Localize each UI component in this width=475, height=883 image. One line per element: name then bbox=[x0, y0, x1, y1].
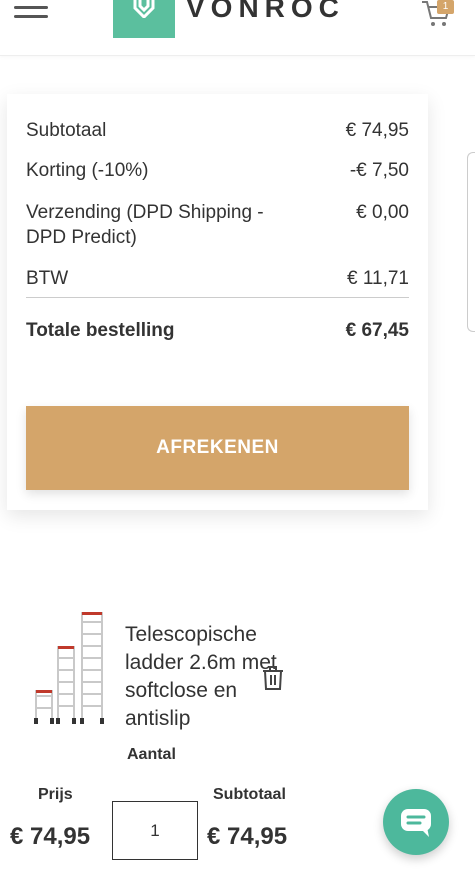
checkout-button[interactable]: AFREKENEN bbox=[26, 406, 409, 490]
summary-label: Verzending (DPD Shipping - DPD Predict) bbox=[26, 202, 264, 248]
logo-icon[interactable] bbox=[113, 0, 175, 38]
cart-count-badge[interactable]: 1 bbox=[437, 0, 454, 14]
summary-label: Korting (-10%) bbox=[26, 160, 149, 181]
order-summary: Subtotaal € 74,95 Korting (-10%) -€ 7,50… bbox=[7, 94, 428, 510]
price-value: € 74,95 bbox=[10, 823, 91, 850]
logo-mark-icon bbox=[133, 0, 155, 18]
summary-label: BTW bbox=[26, 268, 69, 289]
summary-value: € 11,71 bbox=[347, 268, 409, 289]
product-image[interactable] bbox=[32, 610, 108, 726]
summary-value: € 74,95 bbox=[345, 120, 409, 141]
summary-value: € 0,00 bbox=[356, 202, 409, 223]
total-label: Totale bestelling bbox=[26, 320, 175, 341]
menu-icon[interactable] bbox=[14, 6, 48, 26]
side-panel-handle[interactable] bbox=[467, 152, 475, 332]
price-label: Prijs bbox=[38, 786, 73, 803]
chat-icon bbox=[401, 809, 431, 837]
subtotal-label: Subtotaal bbox=[213, 786, 286, 803]
logo-text[interactable]: VONROC bbox=[186, 0, 345, 24]
summary-divider bbox=[26, 297, 409, 298]
total-value: € 67,45 bbox=[345, 320, 409, 341]
chat-button[interactable] bbox=[383, 789, 449, 855]
trash-icon[interactable] bbox=[261, 665, 285, 691]
summary-value: -€ 7,50 bbox=[349, 160, 409, 181]
subtotal-value: € 74,95 bbox=[207, 823, 288, 850]
summary-label: Subtotaal bbox=[26, 120, 107, 141]
quantity-input[interactable]: 1 bbox=[112, 801, 198, 860]
quantity-label: Aantal bbox=[127, 746, 176, 763]
site-header: VONROC 1 bbox=[0, 0, 475, 56]
